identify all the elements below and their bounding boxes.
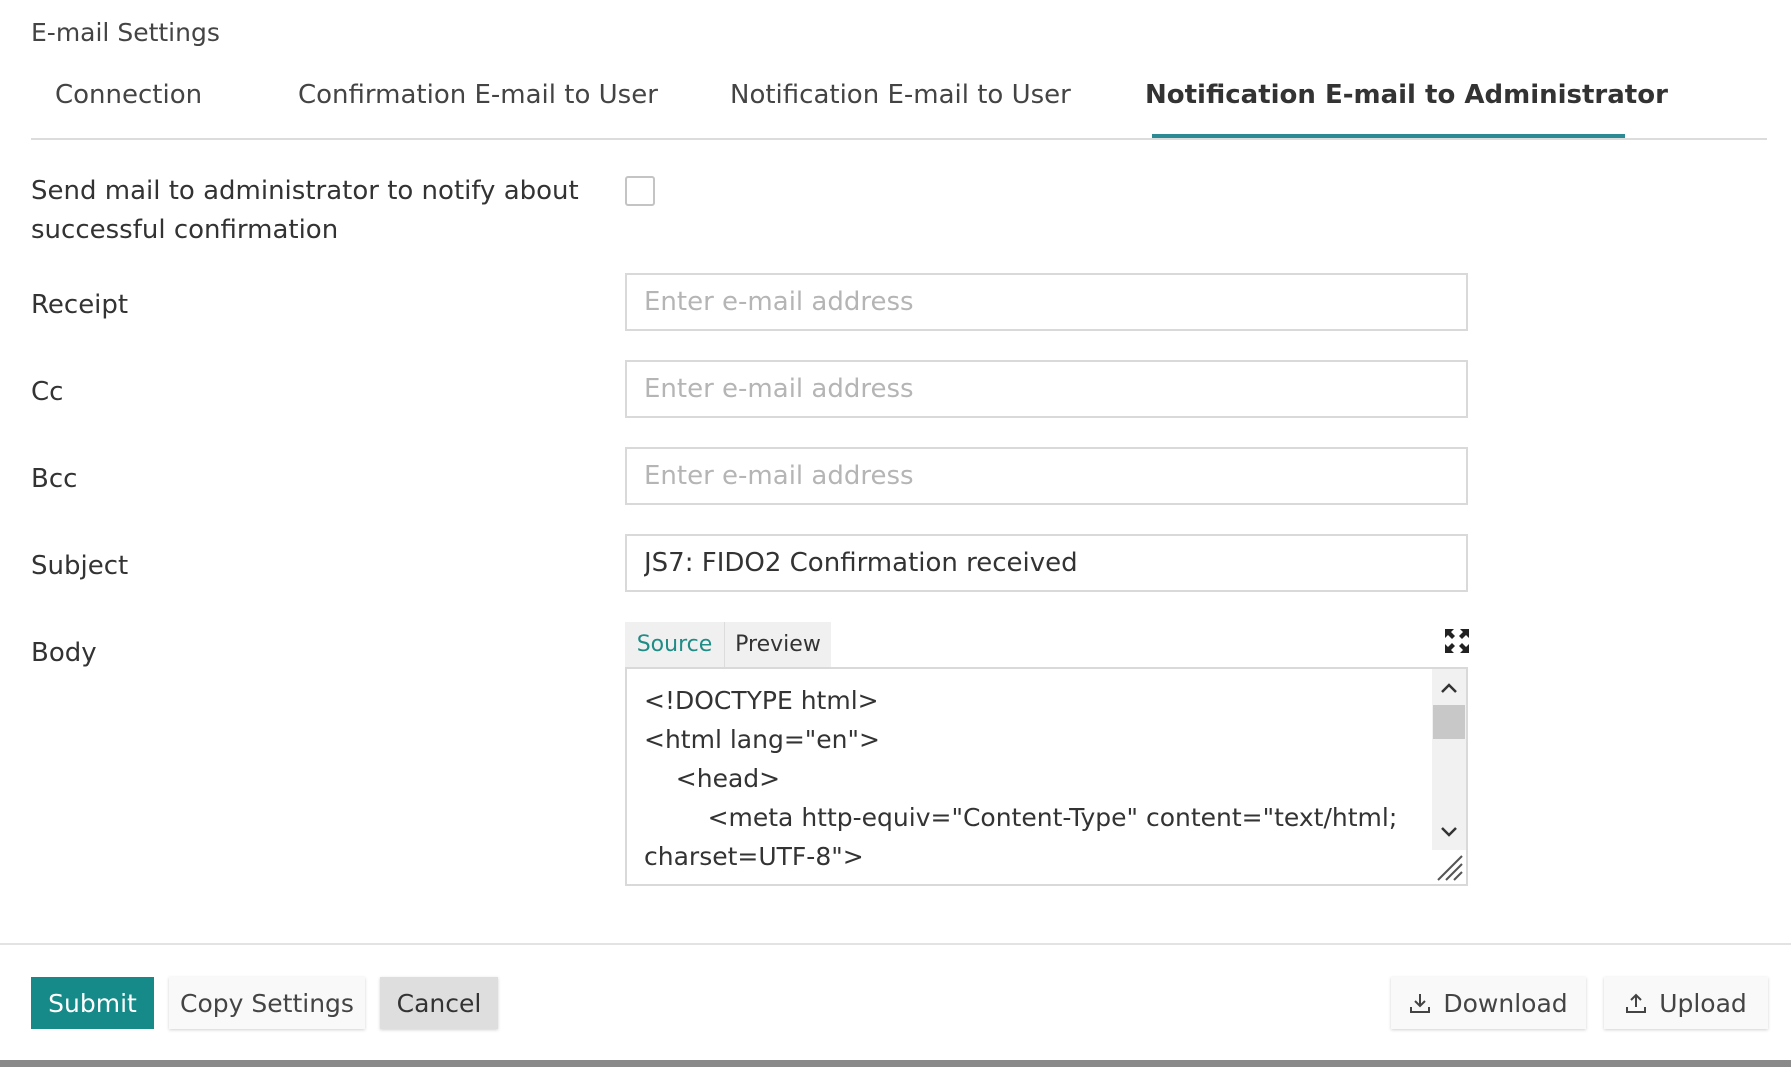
scrollbar-thumb[interactable] xyxy=(1433,705,1465,739)
upload-button[interactable]: Upload xyxy=(1604,977,1768,1029)
send-mail-label-line2: successful confirmation xyxy=(31,215,339,245)
bcc-field xyxy=(625,447,1468,505)
bcc-label: Bcc xyxy=(31,464,78,494)
download-button-label: Download xyxy=(1443,988,1568,1018)
tab-notification-email-user[interactable]: Notification E-mail to User xyxy=(730,80,1071,130)
upload-icon xyxy=(1626,993,1647,1013)
copy-settings-button[interactable]: Copy Settings xyxy=(169,977,365,1029)
receipt-label: Receipt xyxy=(31,290,129,320)
cancel-button[interactable]: Cancel xyxy=(380,977,498,1029)
code-line: <head> xyxy=(644,764,781,793)
tab-notification-email-administrator[interactable]: Notification E-mail to Administrator xyxy=(1145,80,1668,130)
expand-icon[interactable] xyxy=(1444,628,1470,654)
code-lines: <!DOCTYPE html> <html lang="en"> <head> … xyxy=(644,681,1414,876)
code-line: <!DOCTYPE html> xyxy=(644,686,879,715)
editor-tab-preview[interactable]: Preview xyxy=(725,622,831,668)
receipt-input[interactable] xyxy=(627,275,1466,329)
submit-button-label: Submit xyxy=(48,988,137,1018)
cc-label: Cc xyxy=(31,377,64,407)
bcc-input[interactable] xyxy=(627,449,1466,503)
copy-settings-button-label: Copy Settings xyxy=(180,988,354,1018)
chevron-up-icon[interactable] xyxy=(1432,673,1466,703)
chevron-down-icon[interactable] xyxy=(1432,817,1466,847)
subject-field xyxy=(625,534,1468,592)
active-tab-indicator xyxy=(1152,134,1625,138)
subject-input[interactable] xyxy=(627,536,1466,590)
body-label: Body xyxy=(31,638,97,668)
footer-divider xyxy=(0,943,1791,945)
submit-button[interactable]: Submit xyxy=(31,977,154,1029)
download-icon xyxy=(1410,994,1431,1013)
upload-button-label: Upload xyxy=(1659,988,1747,1018)
editor-vertical-scrollbar[interactable] xyxy=(1432,669,1466,850)
cc-field xyxy=(625,360,1468,418)
tab-connection[interactable]: Connection xyxy=(55,80,202,130)
code-line: <meta http-equiv="Content-Type" content=… xyxy=(644,803,1398,832)
send-mail-label-line1: Send mail to administrator to notify abo… xyxy=(31,176,579,206)
bottom-edge-bar xyxy=(0,1060,1791,1067)
settings-tabbar: Connection Confirmation E-mail to User N… xyxy=(31,70,1767,140)
code-line: <html lang="en"> xyxy=(644,725,880,754)
page-title: E-mail Settings xyxy=(31,18,220,47)
send-mail-label: Send mail to administrator to notify abo… xyxy=(31,172,579,250)
editor-tab-source[interactable]: Source xyxy=(625,622,725,668)
cc-input[interactable] xyxy=(627,362,1466,416)
code-line: charset=UTF-8"> xyxy=(644,842,864,871)
resize-grip-icon[interactable] xyxy=(1434,852,1464,882)
body-source-editor[interactable]: <!DOCTYPE html> <html lang="en"> <head> … xyxy=(625,667,1468,886)
receipt-field xyxy=(625,273,1468,331)
download-button[interactable]: Download xyxy=(1391,977,1586,1029)
tab-confirmation-email-user[interactable]: Confirmation E-mail to User xyxy=(298,80,658,130)
subject-label: Subject xyxy=(31,551,129,581)
send-mail-checkbox[interactable] xyxy=(625,176,655,206)
cancel-button-label: Cancel xyxy=(396,988,482,1018)
